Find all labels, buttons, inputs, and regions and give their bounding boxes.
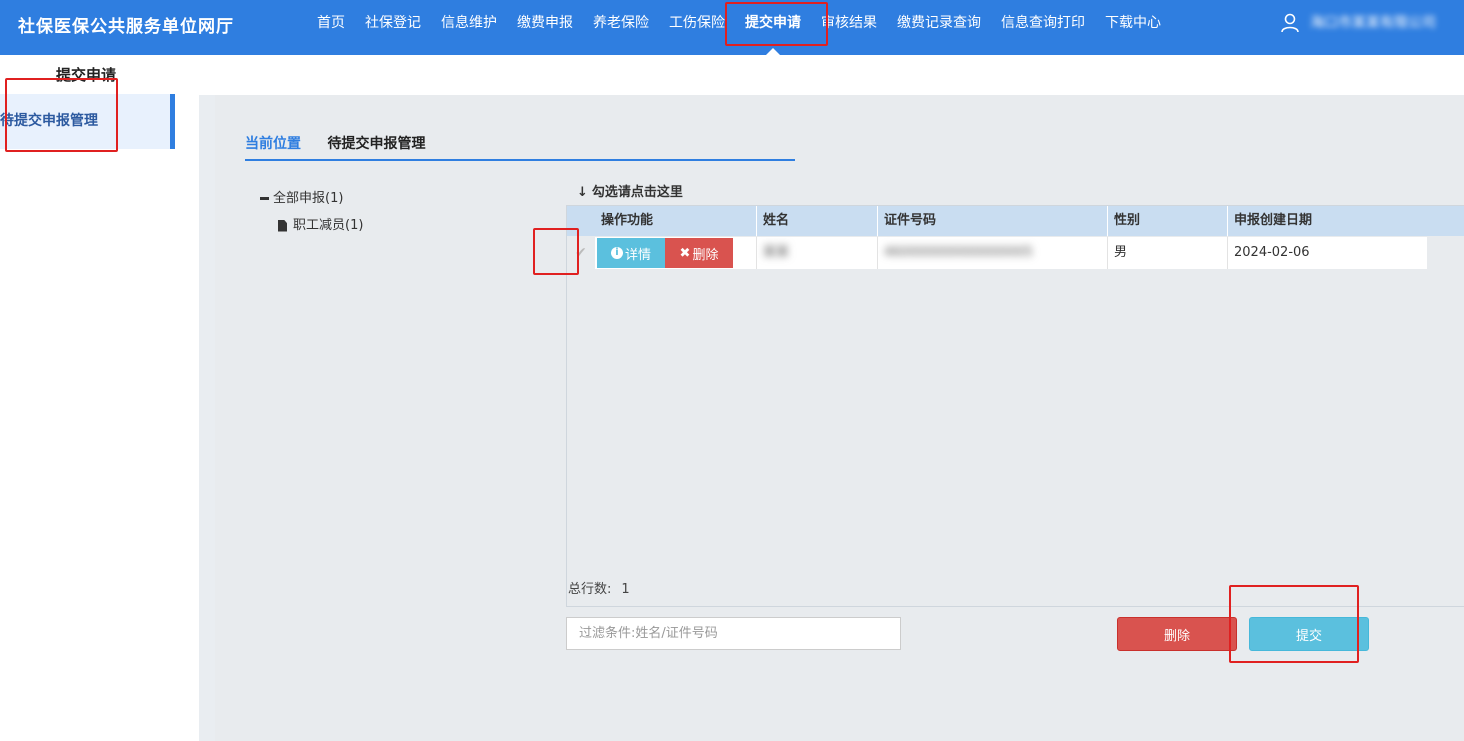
tree-node-label: 职工减员(1) bbox=[293, 217, 364, 233]
nav-payment-records[interactable]: 缴费记录查询 bbox=[887, 0, 991, 55]
nav-pension-insurance[interactable]: 养老保险 bbox=[583, 0, 659, 55]
nav-payment-declaration[interactable]: 缴费申报 bbox=[507, 0, 583, 55]
close-icon: ✖ bbox=[679, 245, 691, 261]
cell-id-number: 460000000000000005 bbox=[877, 237, 1107, 269]
file-icon bbox=[278, 219, 287, 232]
cell-gender: 男 bbox=[1107, 237, 1227, 269]
cell-created-date: 2024-02-06 bbox=[1227, 237, 1427, 269]
total-label: 总行数: bbox=[568, 582, 612, 597]
sidebar-item-pending-declarations[interactable]: 待提交申报管理 bbox=[0, 94, 175, 149]
cell-name: 某某 bbox=[756, 237, 877, 269]
declaration-table: 操作功能 姓名 证件号码 性别 申报创建日期 ✔ i 详情 ✖ 删除 某某 46… bbox=[566, 205, 1464, 607]
nav-social-registration[interactable]: 社保登记 bbox=[355, 0, 431, 55]
detail-button-label: 详情 bbox=[624, 247, 651, 263]
detail-button[interactable]: i 详情 bbox=[597, 238, 665, 268]
header-checkbox-cell bbox=[567, 206, 595, 236]
table-row[interactable]: ✔ i 详情 ✖ 删除 某某 460000000000000005 男 2024-0… bbox=[567, 237, 1427, 269]
site-brand[interactable]: 社保医保公共服务单位网厅 bbox=[18, 12, 234, 37]
select-all-hint[interactable]: ↓ 勾选请点击这里 bbox=[577, 181, 683, 200]
nav-home[interactable]: 首页 bbox=[307, 0, 355, 55]
nav-injury-insurance[interactable]: 工伤保险 bbox=[659, 0, 735, 55]
collapse-icon[interactable] bbox=[260, 197, 269, 200]
tree-root-label: 全部申报(1) bbox=[273, 190, 344, 206]
delete-button[interactable]: 删除 bbox=[1117, 617, 1237, 651]
arrow-down-icon: ↓ bbox=[577, 185, 588, 200]
breadcrumb-label: 当前位置 bbox=[245, 136, 301, 152]
column-header-id-number: 证件号码 bbox=[877, 206, 1107, 236]
submit-button[interactable]: 提交 bbox=[1249, 617, 1369, 651]
column-header-created-date: 申报创建日期 bbox=[1227, 206, 1464, 236]
filter-input[interactable] bbox=[566, 617, 901, 650]
sidebar-title: 提交申请 bbox=[56, 66, 117, 84]
column-header-actions: 操作功能 bbox=[601, 213, 654, 228]
main-nav: 首页 社保登记 信息维护 缴费申报 养老保险 工伤保险 提交申请 审核结果 缴费… bbox=[307, 0, 1171, 55]
row-delete-button[interactable]: ✖ 删除 bbox=[665, 238, 733, 268]
row-delete-label: 删除 bbox=[692, 247, 719, 263]
top-navbar: 社保医保公共服务单位网厅 首页 社保登记 信息维护 缴费申报 养老保险 工伤保险… bbox=[0, 0, 1464, 55]
nav-info-print[interactable]: 信息查询打印 bbox=[991, 0, 1095, 55]
nav-info-maintenance[interactable]: 信息维护 bbox=[431, 0, 507, 55]
check-icon: ✔ bbox=[575, 245, 587, 261]
hint-label: 勾选请点击这里 bbox=[591, 185, 683, 200]
cell-name-value: 某某 bbox=[763, 245, 790, 260]
nav-download-center[interactable]: 下载中心 bbox=[1095, 0, 1171, 55]
total-count: 1 bbox=[621, 582, 630, 597]
nav-submit-application[interactable]: 提交申请 bbox=[735, 0, 811, 55]
tree-node-employee-reduction[interactable]: 职工减员(1) bbox=[260, 212, 363, 239]
nav-review-results[interactable]: 审核结果 bbox=[811, 0, 887, 55]
user-icon bbox=[1281, 13, 1299, 33]
breadcrumb-current: 待提交申报管理 bbox=[327, 136, 426, 152]
user-menu[interactable]: 海口市某某有限公司 bbox=[1280, 12, 1464, 34]
column-header-gender: 性别 bbox=[1107, 206, 1227, 236]
column-header-name: 姓名 bbox=[756, 206, 877, 236]
main-panel: 当前位置 待提交申报管理 全部申报(1) 职工减员(1) ↓ 勾选请点击这里 操作… bbox=[199, 95, 1464, 741]
table-header: 操作功能 姓名 证件号码 性别 申报创建日期 bbox=[567, 206, 1464, 236]
info-icon: i bbox=[610, 247, 623, 259]
declaration-tree: 全部申报(1) 职工减员(1) bbox=[260, 185, 363, 239]
content-area: 当前位置 待提交申报管理 全部申报(1) 职工减员(1) ↓ 勾选请点击这里 操作… bbox=[215, 95, 1464, 741]
total-rows: 总行数: 1 bbox=[568, 578, 630, 597]
cell-id-value: 460000000000000005 bbox=[884, 245, 1033, 260]
breadcrumb: 当前位置 待提交申报管理 bbox=[245, 133, 795, 161]
user-name: 海口市某某有限公司 bbox=[1310, 15, 1436, 31]
row-checkbox[interactable]: ✔ bbox=[567, 237, 595, 269]
tree-root[interactable]: 全部申报(1) bbox=[260, 185, 363, 212]
